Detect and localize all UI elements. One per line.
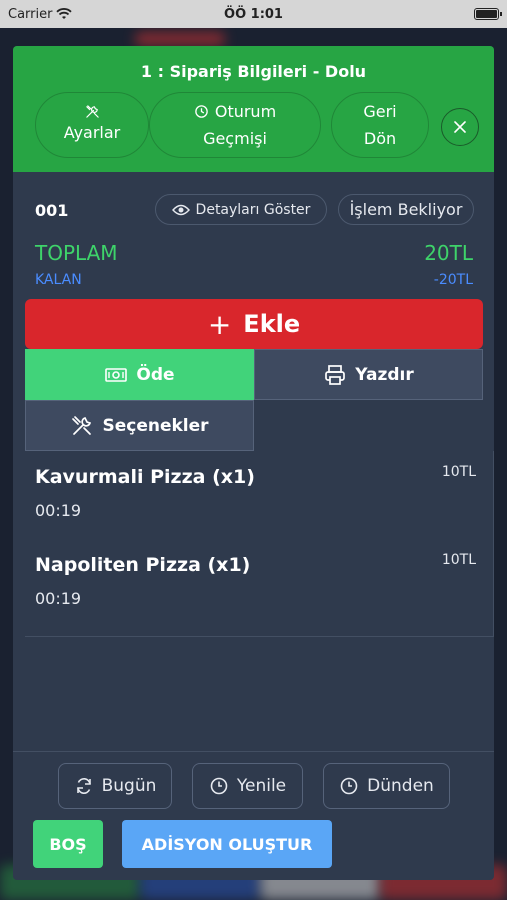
show-details-button[interactable]: Detayları Göster xyxy=(155,194,327,225)
item-price: 10TL xyxy=(441,552,476,568)
empty-table-button[interactable]: BOŞ xyxy=(33,820,103,868)
add-label: Ekle xyxy=(243,310,301,338)
options-button[interactable]: Seçenekler xyxy=(25,400,254,451)
close-button[interactable] xyxy=(441,108,479,146)
print-label: Yazdır xyxy=(355,364,414,385)
item-name: Kavurmali Pizza (x1) xyxy=(35,466,255,488)
yesterday-label: Dünden xyxy=(367,776,434,796)
show-details-label: Detayları Göster xyxy=(195,201,311,218)
create-bill-label: ADİSYON OLUŞTUR xyxy=(141,834,313,854)
modal-title: 1 : Sipariş Bilgileri - Dolu xyxy=(140,62,367,81)
print-button[interactable]: Yazdır xyxy=(254,349,483,400)
plus-icon: + xyxy=(207,307,232,341)
settings-button[interactable]: Ayarlar xyxy=(35,92,149,158)
item-price: 10TL xyxy=(441,464,476,480)
order-modal: 1 : Sipariş Bilgileri - Dolu Ayarlar Otu… xyxy=(13,46,494,880)
pay-label: Öde xyxy=(136,364,175,385)
close-icon xyxy=(454,121,466,133)
session-history-button[interactable]: Oturum Geçmişi xyxy=(149,92,321,158)
back-label-line2: Dön xyxy=(363,129,397,148)
session-history-label-line2: Geçmişi xyxy=(203,129,267,148)
refresh-button[interactable]: Yenile xyxy=(192,763,303,809)
history-icon xyxy=(195,105,208,118)
clock-icon xyxy=(210,777,228,795)
background-blob xyxy=(135,32,225,46)
remaining-label: KALAN xyxy=(35,272,82,288)
back-label-line1: Geri xyxy=(363,102,397,121)
battery-icon xyxy=(474,8,502,20)
printer-icon xyxy=(325,364,346,385)
status-badge: İşlem Bekliyor xyxy=(338,194,474,225)
item-name: Napoliten Pizza (x1) xyxy=(35,554,251,576)
tools-icon xyxy=(85,105,99,118)
refresh-label: Yenile xyxy=(236,776,287,796)
today-button[interactable]: Bugün xyxy=(58,763,172,809)
money-icon xyxy=(105,367,128,382)
status-bar: Carrier ÖÖ 1:01 xyxy=(0,0,507,28)
refresh-icon xyxy=(76,778,91,794)
tools-icon xyxy=(72,415,92,435)
pay-button[interactable]: Öde xyxy=(25,349,254,400)
eye-icon xyxy=(171,204,190,215)
options-label: Seçenekler xyxy=(102,415,209,436)
item-time: 00:19 xyxy=(35,589,82,608)
status-time: ÖÖ 1:01 xyxy=(224,6,283,22)
empty-table-label: BOŞ xyxy=(49,834,87,854)
create-bill-button[interactable]: ADİSYON OLUŞTUR xyxy=(122,820,332,868)
modal-header: 1 : Sipariş Bilgileri - Dolu Ayarlar Otu… xyxy=(13,46,494,172)
status-label: İşlem Bekliyor xyxy=(349,200,463,219)
session-history-label-line1: Oturum xyxy=(214,102,277,121)
yesterday-button[interactable]: Dünden xyxy=(323,763,450,809)
order-id: 001 xyxy=(35,201,69,220)
remaining-value: -20TL xyxy=(433,272,473,288)
back-button[interactable]: Geri Dön xyxy=(331,92,429,158)
add-button[interactable]: + Ekle xyxy=(25,299,483,349)
footer-divider xyxy=(13,751,494,752)
item-time: 00:19 xyxy=(35,501,82,520)
total-label: TOPLAM xyxy=(35,241,118,265)
clock-icon xyxy=(340,777,358,795)
total-value: 20TL xyxy=(424,241,473,265)
today-label: Bugün xyxy=(101,776,157,796)
settings-label: Ayarlar xyxy=(63,123,121,142)
